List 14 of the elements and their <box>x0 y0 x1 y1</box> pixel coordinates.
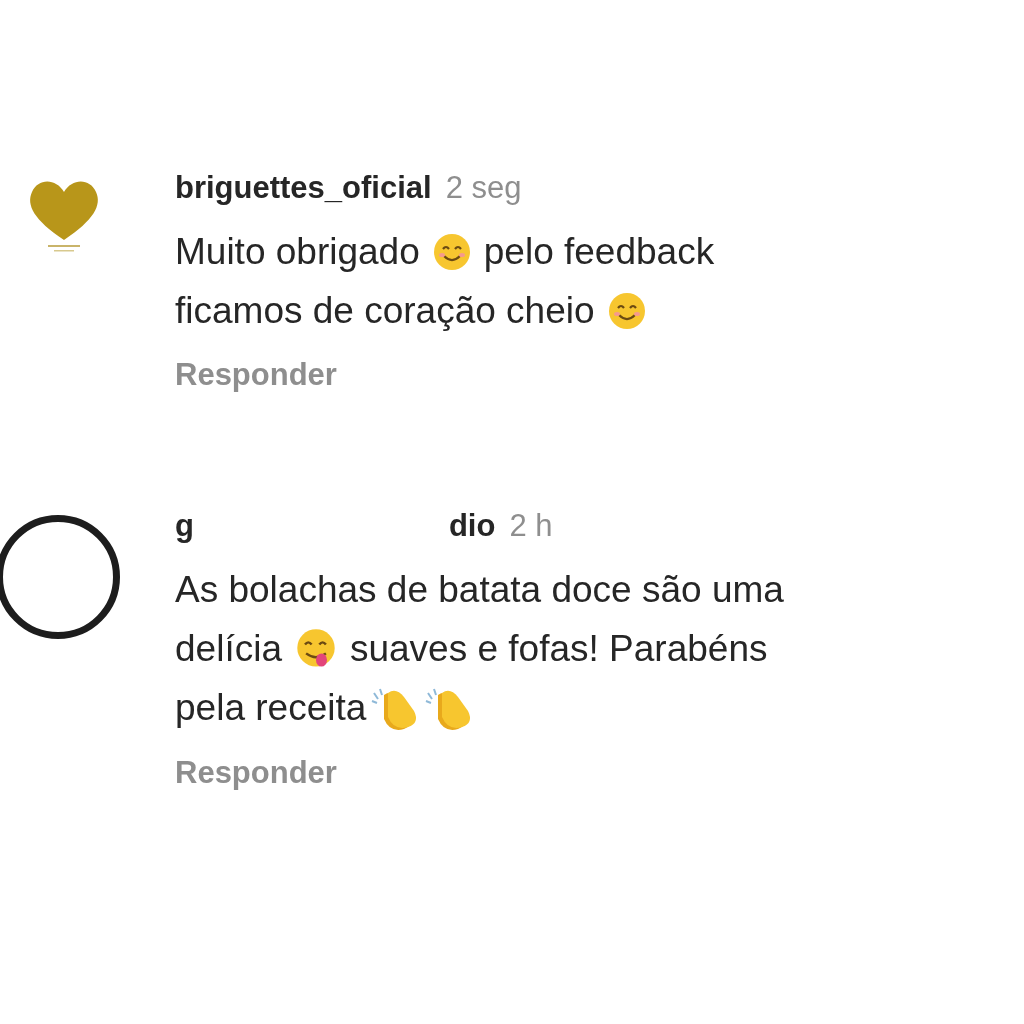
smiling-face-icon <box>606 290 647 331</box>
comment-text: As bolachas de batata doce são uma <box>175 568 784 613</box>
comment-text: suaves e fofas! Parabéns <box>349 627 768 672</box>
comment-time: 2 h <box>509 507 553 546</box>
smiling-face-icon <box>431 231 472 272</box>
username[interactable]: g <box>175 503 194 550</box>
comment-text: ficamos de coração cheio <box>175 288 595 333</box>
comment-text: delícia <box>175 627 282 672</box>
username[interactable]: briguettes_oficial <box>175 164 432 212</box>
comment-text: pela receita <box>175 686 367 731</box>
comment-time: 2 seg <box>445 168 522 207</box>
comment-text: pelo feedback <box>483 229 715 274</box>
username[interactable]: dio <box>448 503 496 550</box>
comment-text: Muito obrigado <box>175 229 420 274</box>
